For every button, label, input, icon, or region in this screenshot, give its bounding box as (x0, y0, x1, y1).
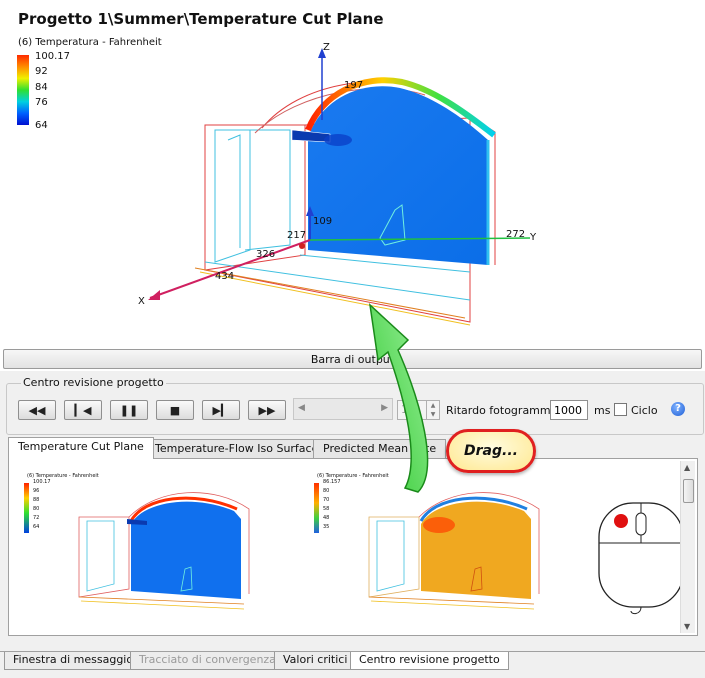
cfd-viewport[interactable]: Progetto 1\Summer\Temperature Cut Plane … (0, 0, 705, 348)
spinner-arrows-icon[interactable]: ▲ ▼ (426, 401, 439, 419)
z-axis-label: Z (323, 42, 330, 53)
thumbnail-legend-tick: 35 (323, 524, 330, 530)
bottom-tab-strip: Finestra di messaggio Tracciato di conve… (0, 651, 705, 678)
dimension-label: 326 (256, 249, 276, 260)
pause-icon: ❚❚ (119, 403, 139, 417)
fast-forward-icon: ▶▶ (258, 403, 276, 417)
help-icon[interactable]: ? (671, 402, 685, 416)
thumbnail-cut-plane-2[interactable] (309, 469, 569, 619)
design-review-panel: Centro revisione progetto ◀◀ ▎◀ ❚❚ ■ ▶▎ … (0, 371, 705, 651)
thumbnail-legend-tick: 58 (323, 506, 330, 512)
rewind-icon: ◀◀ (28, 403, 46, 417)
frame-delay-input[interactable] (550, 400, 588, 420)
tab-predicted-mean-vote[interactable]: Predicted Mean Vote (313, 439, 447, 458)
frame-spinner[interactable]: 1 ▲ ▼ (397, 400, 440, 420)
slider-right-icon: ▶ (381, 403, 388, 413)
rewind-button[interactable]: ◀◀ (18, 400, 56, 420)
step-back-icon: ▎◀ (74, 403, 92, 417)
drag-callout: Drag... (446, 429, 536, 473)
step-forward-icon: ▶▎ (212, 403, 230, 417)
scroll-up-icon[interactable]: ▲ (684, 463, 690, 472)
delay-unit-label: ms (594, 404, 611, 417)
room-model (148, 48, 531, 326)
thumbnail-legend-tick: 70 (323, 497, 330, 503)
frame-value: 1 (401, 403, 408, 416)
tab-message-window[interactable]: Finestra di messaggio (4, 652, 143, 670)
mouse-icon (598, 502, 684, 615)
slider-left-icon: ◀ (298, 403, 305, 413)
thumbnail-cut-plane[interactable] (19, 469, 279, 619)
scroll-thumb[interactable] (683, 479, 694, 503)
thumbnail-legend-tick: 86.157 (323, 479, 341, 485)
tab-temperature-cut-plane[interactable]: Temperature Cut Plane (8, 437, 154, 459)
scroll-down-icon[interactable]: ▼ (684, 622, 690, 631)
stop-icon: ■ (169, 403, 181, 417)
thumbnail-legend-tick: 80 (33, 506, 40, 512)
dimension-label: 109 (313, 216, 333, 227)
tab-temperature-flow-iso-surface[interactable]: Temperature-Flow Iso Surface (145, 439, 329, 458)
thumbnail-legend-tick: 48 (323, 515, 330, 521)
dimension-label: 434 (215, 271, 235, 282)
y-axis-label: Y (530, 232, 537, 243)
group-label: Centro revisione progetto (21, 376, 166, 389)
tab-critical-values[interactable]: Valori critici (274, 652, 357, 670)
loop-checkbox[interactable] (614, 403, 627, 416)
step-back-button[interactable]: ▎◀ (64, 400, 102, 420)
thumbnail-legend-tick: 96 (33, 488, 40, 494)
x-axis-label: X (138, 296, 145, 307)
frame-delay-label: Ritardo fotogrammi: (446, 404, 558, 417)
output-bar-toggle[interactable]: Barra di output (3, 349, 702, 369)
stop-button[interactable]: ■ (156, 400, 194, 420)
tab-convergence-plot[interactable]: Tracciato di convergenza (130, 652, 285, 670)
thumbnail-scrollbar[interactable]: ▲ ▼ (680, 461, 695, 633)
fast-forward-button[interactable]: ▶▶ (248, 400, 286, 420)
tab-design-review-center[interactable]: Centro revisione progetto (350, 652, 509, 670)
pause-button[interactable]: ❚❚ (110, 400, 148, 420)
thumbnail-legend-tick: 72 (33, 515, 40, 521)
thumbnail-legend-tick: 80 (323, 488, 330, 494)
thumbnail-area: (6) Temperature - Fahrenheit 100.17 96 8… (8, 458, 698, 636)
dimension-label: 272 (506, 229, 526, 240)
thumbnail-legend-tick: 88 (33, 497, 40, 503)
dimension-label: 217 (287, 230, 307, 241)
step-forward-button[interactable]: ▶▎ (202, 400, 240, 420)
thumbnail-legend-tick: 64 (33, 524, 40, 530)
loop-label: Ciclo (631, 404, 658, 417)
dimension-label: 197 (344, 80, 364, 91)
thumbnail-legend-tick: 100.17 (33, 479, 51, 485)
frame-slider[interactable]: ◀ ▶ (293, 398, 393, 420)
